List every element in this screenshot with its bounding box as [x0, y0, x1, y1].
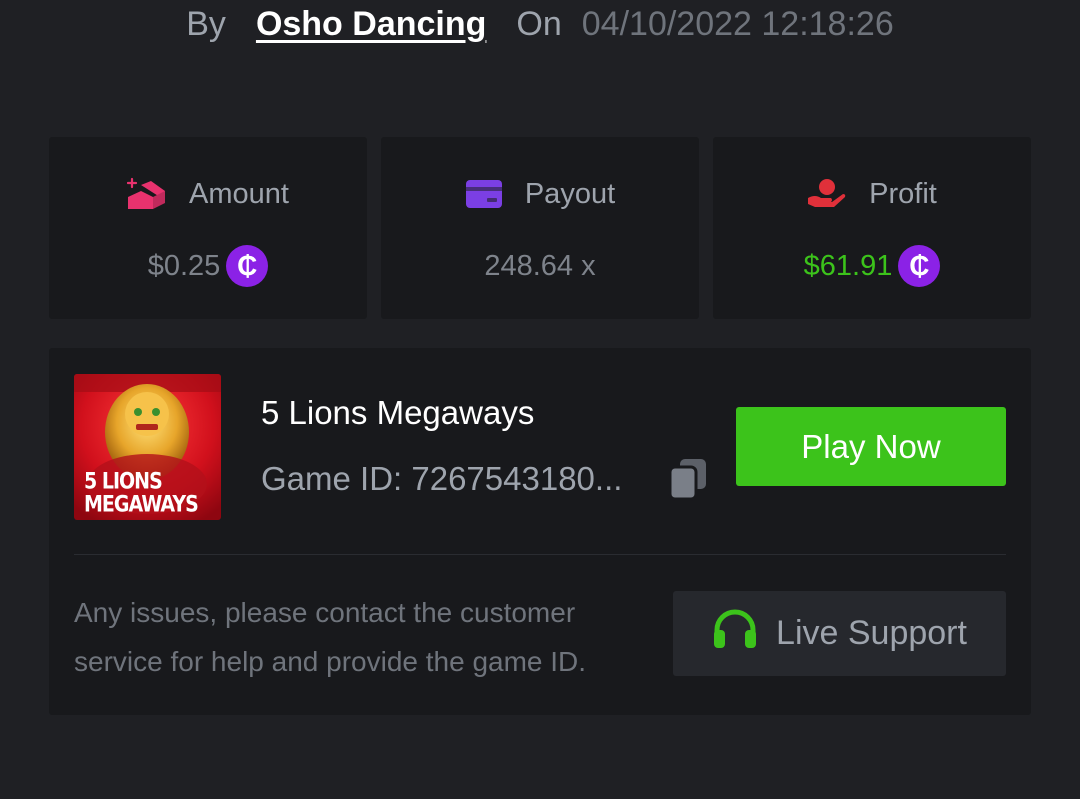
- game-title: 5 Lions Megaways: [261, 394, 535, 431]
- on-label: On: [516, 4, 562, 43]
- copy-icon[interactable]: [668, 457, 708, 506]
- live-support-button[interactable]: Live Support: [673, 591, 1006, 676]
- coin-icon: ₵: [226, 245, 269, 287]
- game-card: 5 LIONS MEGAWAYS 5 Lions Megaways Game I…: [49, 348, 1031, 715]
- live-support-label: Live Support: [776, 614, 967, 652]
- game-id: Game ID: 7267543180...: [261, 460, 623, 497]
- game-thumbnail[interactable]: 5 LIONS MEGAWAYS: [74, 374, 221, 520]
- bet-byline: By Osho Dancing On 04/10/2022 12:18:26: [0, 0, 1080, 48]
- payout-label: Payout: [524, 177, 616, 210]
- headset-icon: [712, 608, 758, 659]
- profit-value-row: $61.91 ₵: [804, 245, 941, 287]
- bet-detail-page: By Osho Dancing On 04/10/2022 12:18:26 A…: [0, 0, 1080, 799]
- by-label: By: [186, 4, 226, 43]
- amount-card: Amount $0.25 ₵: [49, 137, 367, 319]
- play-now-button[interactable]: Play Now: [736, 407, 1006, 486]
- amount-label: Amount: [189, 177, 289, 210]
- card-icon: [465, 179, 503, 209]
- game-thumbnail-title: 5 LIONS MEGAWAYS: [84, 468, 199, 518]
- support-help-text: Any issues, please contact the customer …: [74, 597, 587, 677]
- coin-icon: ₵: [898, 245, 941, 287]
- hand-coin-icon: [807, 178, 847, 210]
- amount-value: $0.25: [147, 249, 221, 282]
- profit-header: Profit: [807, 175, 937, 213]
- payout-value: 248.64 x: [484, 249, 596, 282]
- payout-header: Payout: [465, 175, 615, 213]
- amount-value-row: $0.25 ₵: [148, 245, 269, 287]
- profit-value: $61.91: [803, 249, 893, 282]
- amount-header: Amount: [127, 175, 289, 213]
- payout-value-row: 248.64 x: [484, 245, 595, 287]
- divider: [74, 554, 1006, 555]
- payout-card: Payout 248.64 x: [381, 137, 699, 319]
- bet-datetime: 04/10/2022 12:18:26: [581, 4, 894, 43]
- profit-card: Profit $61.91 ₵: [713, 137, 1031, 319]
- stats-row: Amount $0.25 ₵ Payout 248.64 x Profit $6…: [49, 137, 1031, 319]
- profit-label: Profit: [869, 177, 937, 210]
- username-link[interactable]: Osho Dancing: [256, 5, 486, 44]
- bet-amount-icon: [127, 177, 167, 211]
